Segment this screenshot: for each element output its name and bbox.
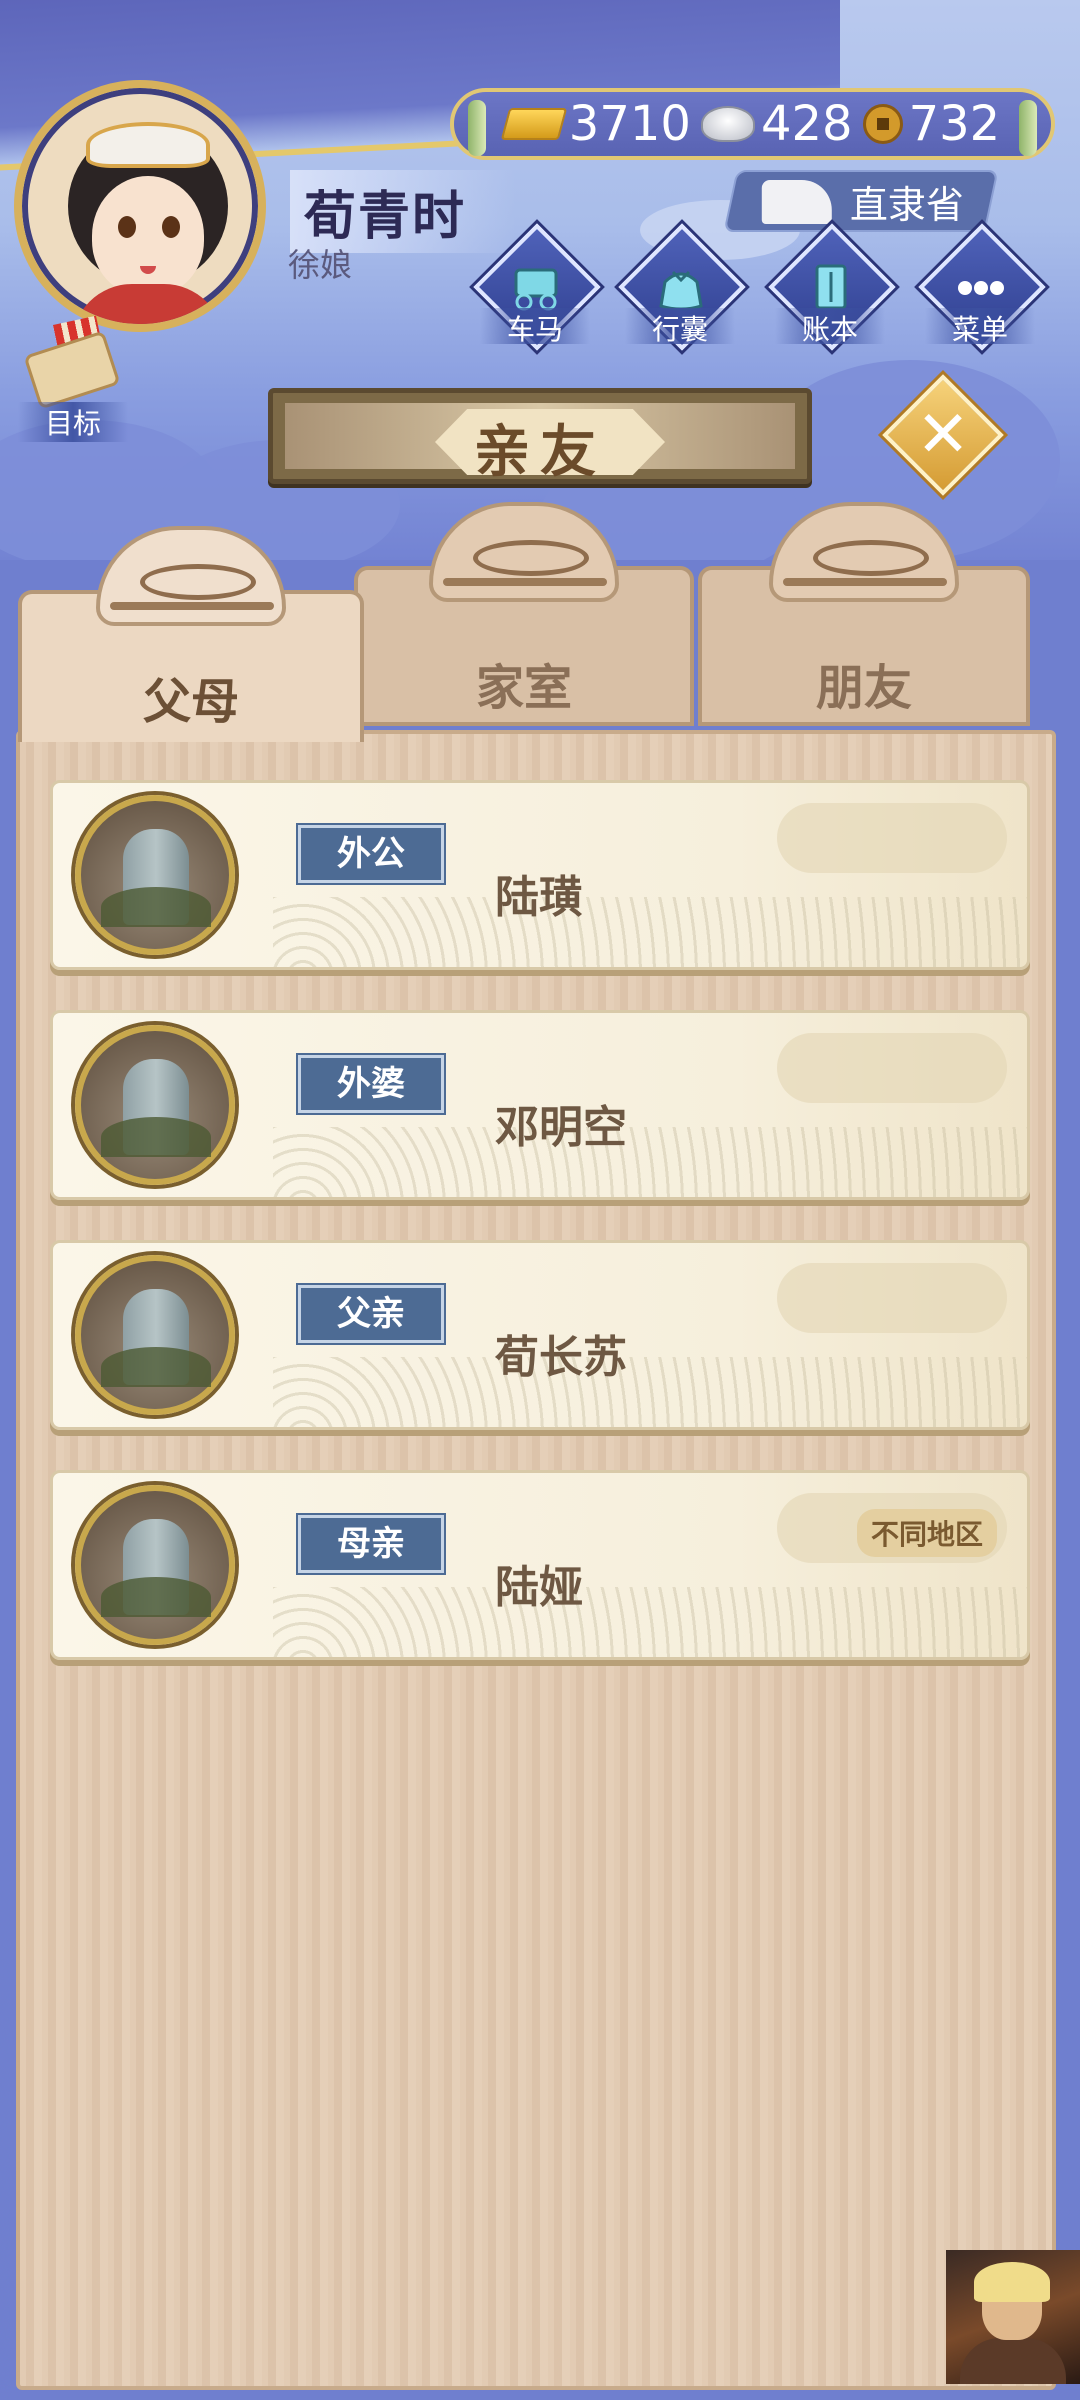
tab-label: 父母 [142, 674, 239, 730]
wave-pattern [273, 897, 1027, 967]
copper-amount: 732 [908, 96, 1001, 152]
player-title: 徐娘 [288, 246, 353, 284]
wave-pattern [273, 1127, 1027, 1197]
relation-badge: 父亲 [298, 1285, 444, 1343]
grass-decoration [101, 887, 211, 927]
scroll-icon [23, 330, 121, 410]
relative-card[interactable]: 外婆 邓明空 [50, 1010, 1030, 1200]
carriage-button[interactable]: 车马 [470, 223, 601, 362]
silver-ingot-icon [700, 106, 755, 142]
ledger-icon [815, 264, 847, 310]
panel-title-banner: 亲友 [268, 388, 812, 485]
grass-decoration [101, 1577, 211, 1617]
luggage-button[interactable]: 行囊 [615, 223, 746, 362]
cloud-swirl-decoration [777, 803, 1007, 873]
tab-label: 家室 [475, 660, 572, 716]
cloud-swirl-decoration [777, 1263, 1007, 1333]
brush-icon [761, 180, 832, 224]
tombstone-portrait [75, 1255, 235, 1415]
relative-card[interactable]: 父亲 荀长苏 [50, 1240, 1030, 1430]
thumb-hair [974, 2262, 1050, 2302]
goal-button[interactable]: 目标 [18, 315, 128, 442]
wave-pattern [273, 1357, 1027, 1427]
bamboo-decoration [468, 100, 486, 156]
panel-title: 亲友 [474, 420, 606, 485]
tab-parents[interactable]: 父母 [18, 526, 364, 742]
silver-currency: 428 [700, 96, 853, 152]
relative-card[interactable]: 外公 陆璜 [50, 780, 1030, 970]
avatar-face [92, 176, 204, 296]
relative-name: 荀长苏 [495, 1332, 627, 1383]
carriage-icon [514, 268, 558, 311]
wave-pattern [273, 1587, 1027, 1657]
tab-label: 朋友 [815, 660, 912, 716]
relation-badge: 外婆 [298, 1055, 444, 1113]
luggage-label: 行囊 [625, 308, 735, 346]
tombstone-portrait [75, 1485, 235, 1645]
menu-label: 菜单 [925, 308, 1035, 346]
ledger-button[interactable]: 账本 [765, 223, 896, 362]
avatar-eye [162, 216, 180, 238]
location-button[interactable]: 直隶省 [723, 170, 999, 232]
player-avatar[interactable] [14, 80, 266, 332]
silver-amount: 428 [760, 96, 853, 152]
avatar-headdress [86, 122, 210, 168]
ledger-label: 账本 [775, 308, 885, 346]
grass-decoration [101, 1117, 211, 1157]
relative-name: 陆娅 [495, 1562, 583, 1613]
tombstone-portrait [75, 795, 235, 955]
currency-bar: 3710 428 732 [450, 88, 1055, 160]
gold-currency: 3710 [500, 96, 691, 152]
floating-avatar-thumbnail[interactable] [946, 2250, 1080, 2384]
cloud-swirl-decoration [777, 1033, 1007, 1103]
different-region-tag: 不同地区 [856, 1509, 997, 1557]
relative-name: 邓明空 [495, 1102, 627, 1153]
tombstone-portrait [75, 1025, 235, 1185]
relation-badge: 母亲 [298, 1515, 444, 1573]
goal-label: 目标 [18, 402, 128, 442]
copper-coin-icon [862, 104, 903, 144]
gold-ingot-icon [500, 108, 568, 140]
relative-card[interactable]: 母亲 陆娅 不同地区 [50, 1470, 1030, 1660]
more-dots-icon [958, 281, 1004, 295]
close-icon: ✕ [916, 398, 970, 472]
gold-amount: 3710 [568, 96, 691, 152]
location-label: 直隶省 [849, 182, 964, 227]
bamboo-decoration [1019, 100, 1037, 156]
avatar-eye [118, 216, 136, 238]
bundle-icon [659, 270, 703, 311]
tab-family[interactable]: 家室 [354, 502, 694, 726]
thumb-body [960, 2338, 1066, 2384]
menu-button[interactable]: 菜单 [915, 223, 1046, 362]
carriage-label: 车马 [480, 308, 590, 346]
grass-decoration [101, 1347, 211, 1387]
relation-badge: 外公 [298, 825, 444, 883]
tab-friends[interactable]: 朋友 [698, 502, 1030, 726]
copper-currency: 732 [862, 96, 1001, 152]
relative-name: 陆璜 [495, 872, 583, 923]
